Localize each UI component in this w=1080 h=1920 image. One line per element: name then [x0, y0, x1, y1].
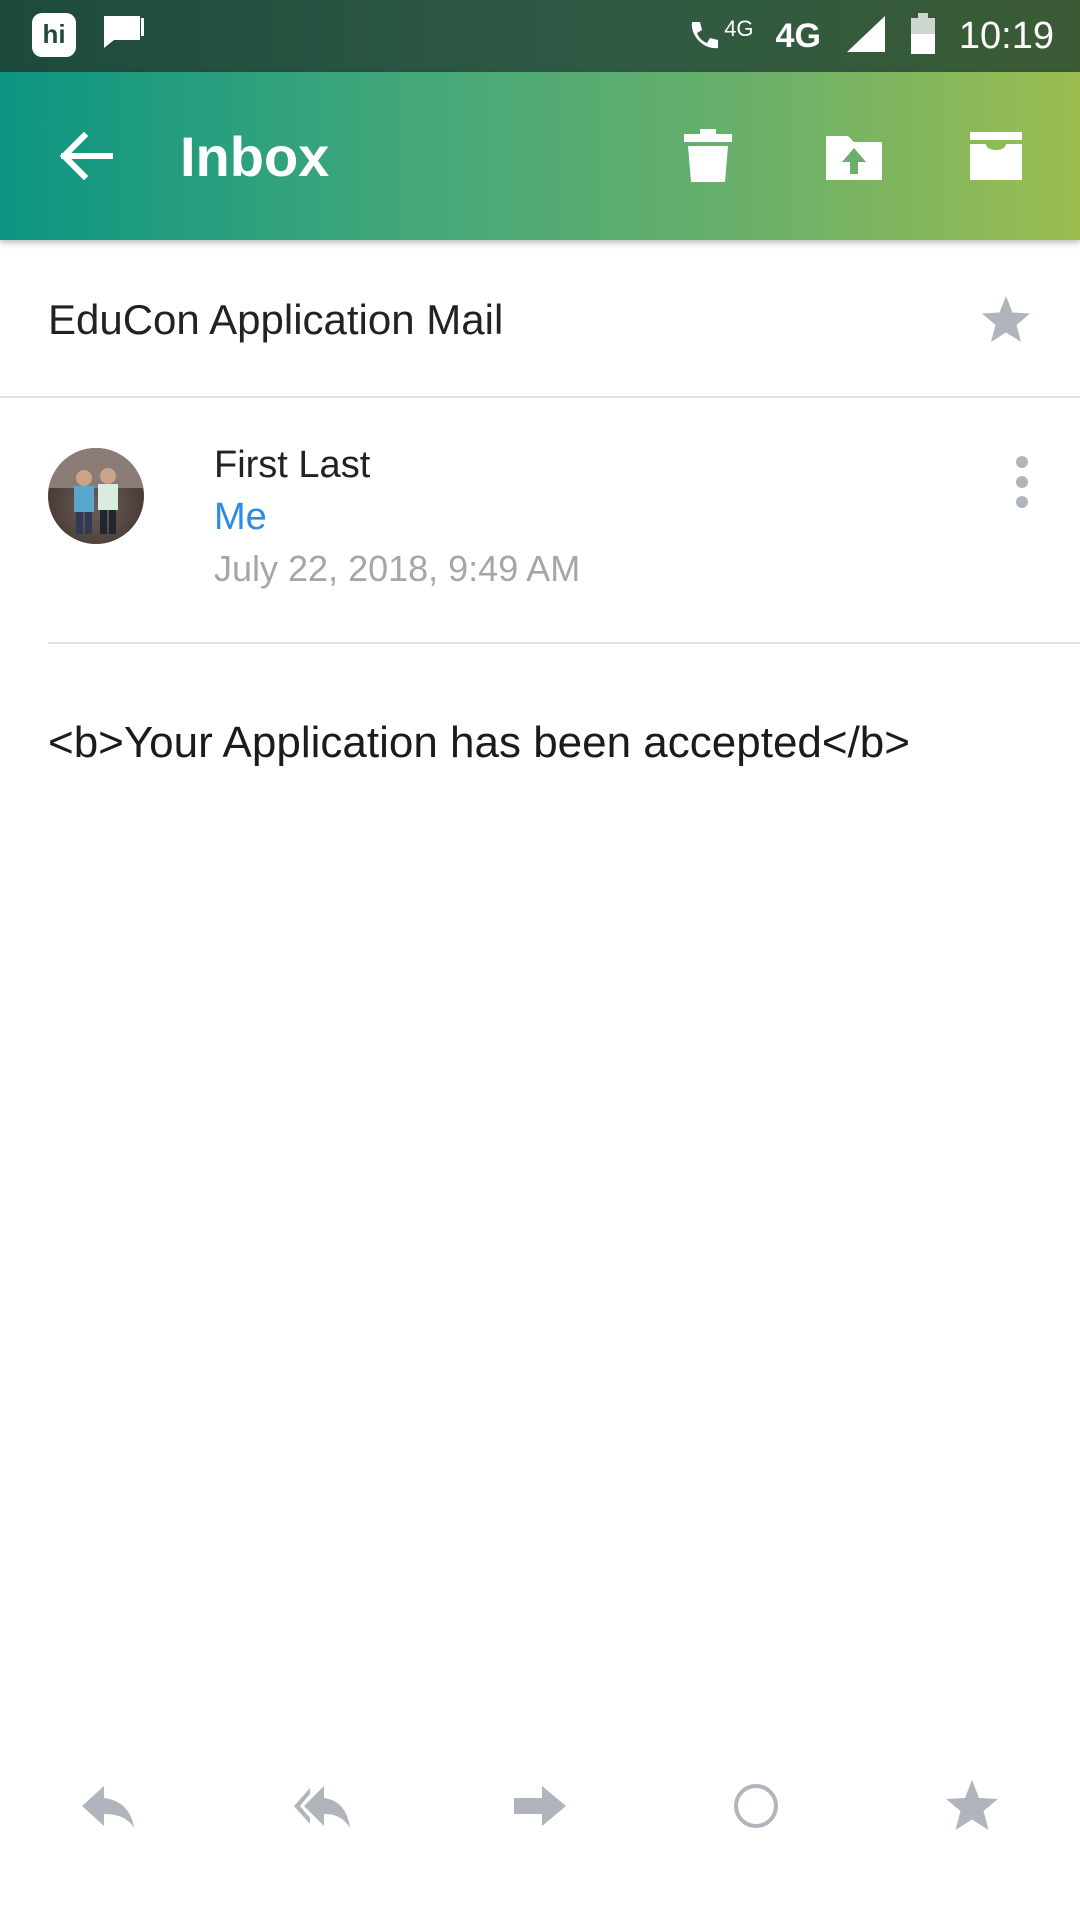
network-label: 4G [775, 16, 821, 55]
recipient[interactable]: Me [214, 496, 267, 539]
message-notification-icon [100, 12, 146, 57]
app-bar: Inbox [0, 72, 1080, 240]
call-network-label: 4G [724, 16, 754, 41]
message-action-bar [0, 1760, 1080, 1850]
battery-icon [909, 12, 937, 61]
back-button[interactable] [52, 122, 120, 190]
subject-star-button[interactable] [978, 292, 1034, 348]
star-icon [982, 296, 1030, 342]
status-right: 4G 4G 10:19 [684, 6, 1054, 66]
app-title: Inbox [180, 125, 330, 188]
avatar[interactable] [48, 448, 144, 544]
reply-all-button[interactable] [292, 1778, 352, 1834]
more-options-button[interactable] [1004, 448, 1040, 528]
star-icon [946, 1780, 998, 1830]
subject-title: EduCon Application Mail [48, 296, 504, 343]
clock: 10:19 [958, 14, 1054, 57]
reply-all-icon [294, 1786, 350, 1828]
forward-button[interactable] [510, 1778, 570, 1834]
call-icon: 4G [684, 16, 754, 56]
hi-app-label: hi [42, 19, 66, 49]
reply-icon [82, 1786, 134, 1828]
message-body: <b>Your Application has been accepted</b… [48, 718, 910, 767]
move-folder-icon [826, 136, 882, 180]
message-date: July 22, 2018, 9:49 AM [214, 548, 581, 589]
move-button[interactable] [824, 126, 884, 186]
reply-button[interactable] [78, 1778, 138, 1834]
circle-icon [734, 1784, 778, 1828]
delete-icon [684, 129, 732, 182]
star-button[interactable] [942, 1778, 1002, 1834]
sender-name: First Last [214, 444, 371, 486]
back-arrow-icon [59, 131, 113, 181]
delete-button[interactable] [678, 126, 738, 186]
avatar-photo [48, 448, 144, 534]
hi-app-icon: hi [32, 12, 76, 57]
archive-icon [970, 132, 1022, 180]
forward-icon [514, 1786, 566, 1826]
sender-header: First Last Me July 22, 2018, 9:49 AM [0, 400, 1080, 644]
circle-button[interactable] [726, 1778, 786, 1834]
divider [48, 642, 1080, 644]
more-vert-icon [1016, 456, 1028, 508]
status-bar: hi 4G 4G 10:19 [0, 0, 1080, 72]
signal-icon [843, 14, 887, 59]
archive-button[interactable] [966, 126, 1026, 186]
status-left: hi [32, 12, 146, 57]
subject-row: EduCon Application Mail [0, 240, 1080, 398]
